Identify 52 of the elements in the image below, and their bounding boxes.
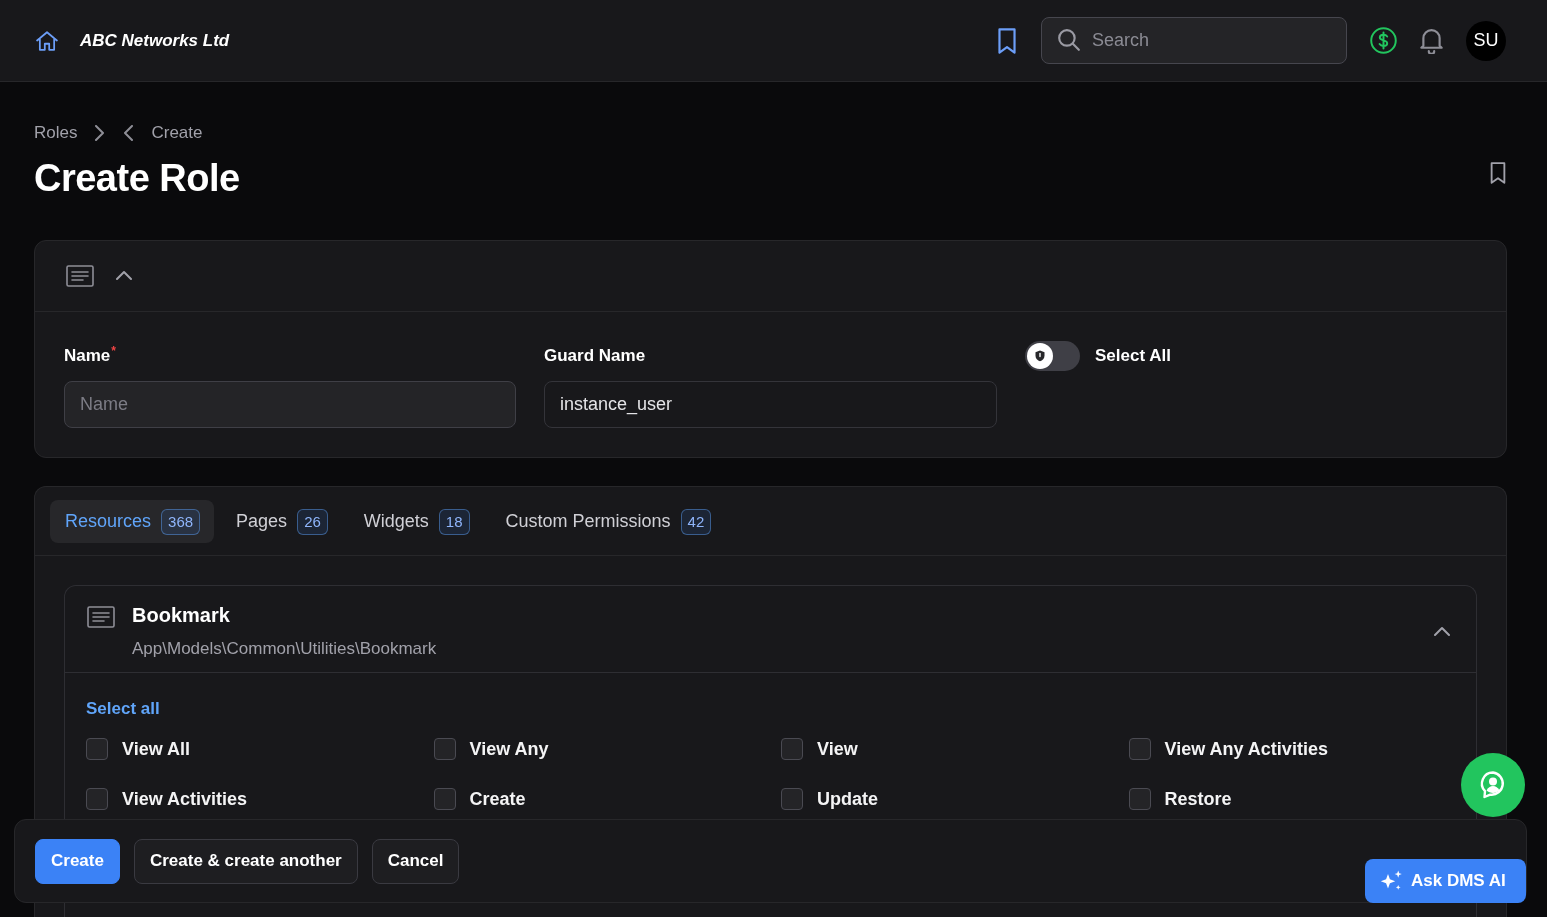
permission-checkbox[interactable]: [86, 738, 108, 760]
resource-path: App\Models\Common\Utilities\Bookmark: [132, 638, 437, 660]
bookmark-icon[interactable]: [1489, 162, 1507, 184]
home-icon[interactable]: [36, 29, 58, 52]
permission-label: View All: [122, 737, 191, 761]
dollar-icon[interactable]: [1370, 27, 1397, 54]
action-button[interactable]: Cancel: [371, 838, 460, 884]
guard-name-input: instance_user: [544, 381, 997, 428]
permission-label: View: [817, 737, 858, 761]
permission-checkbox[interactable]: [86, 788, 108, 810]
count-badge: 42: [680, 508, 712, 535]
shield-icon: [1027, 343, 1053, 369]
search-field[interactable]: Search: [1041, 17, 1347, 64]
permission-label: Create: [469, 787, 526, 811]
select-all-toggle[interactable]: [1025, 341, 1080, 371]
permission-label: View Any: [469, 737, 549, 761]
permission-checkbox[interactable]: [433, 738, 456, 760]
permission-checkbox[interactable]: [1128, 738, 1151, 760]
bell-icon[interactable]: [1420, 27, 1443, 54]
toggle-label: Select All: [1095, 345, 1171, 368]
field-label: Name*: [64, 345, 116, 367]
page-title: Create Role: [34, 156, 240, 201]
name-input[interactable]: Name: [64, 381, 516, 428]
permission-label: View Any Activities: [1164, 737, 1328, 761]
ask-ai-button[interactable]: Ask DMS AI: [1365, 859, 1526, 903]
permission-tab[interactable]: Widgets 18: [348, 500, 484, 543]
breadcrumb-link[interactable]: Roles: [34, 121, 78, 145]
permission-tab[interactable]: Pages 26: [221, 500, 342, 543]
document-icon: [66, 265, 94, 287]
permission-checkbox[interactable]: [433, 788, 456, 810]
field-label: Guard Name: [544, 345, 646, 367]
count-badge: 18: [438, 508, 470, 535]
document-icon: [87, 606, 115, 628]
permission-checkbox[interactable]: [781, 738, 803, 760]
action-button[interactable]: Create & create another: [133, 838, 358, 884]
permission-checkbox[interactable]: [781, 788, 803, 810]
breadcrumb-current: Create: [151, 122, 203, 144]
select-all-link[interactable]: Select all: [86, 698, 160, 720]
permission-label: Update: [817, 787, 878, 811]
user-avatar[interactable]: SU: [1466, 20, 1506, 61]
permission-tab[interactable]: Custom Permissions 42: [490, 500, 726, 543]
search-icon: [1058, 29, 1080, 51]
action-button[interactable]: Create: [35, 838, 120, 884]
permission-tab[interactable]: Resources 368: [50, 500, 215, 543]
bookmark-icon[interactable]: [996, 27, 1018, 54]
permission-label: View Activities: [122, 787, 248, 811]
permission-checkbox[interactable]: [1128, 788, 1151, 810]
brand-name: ABC Networks Ltd: [80, 29, 230, 52]
resource-title: Bookmark: [132, 603, 230, 628]
permission-label: Restore: [1164, 787, 1232, 811]
count-badge: 26: [297, 508, 328, 535]
count-badge: 368: [161, 508, 201, 535]
